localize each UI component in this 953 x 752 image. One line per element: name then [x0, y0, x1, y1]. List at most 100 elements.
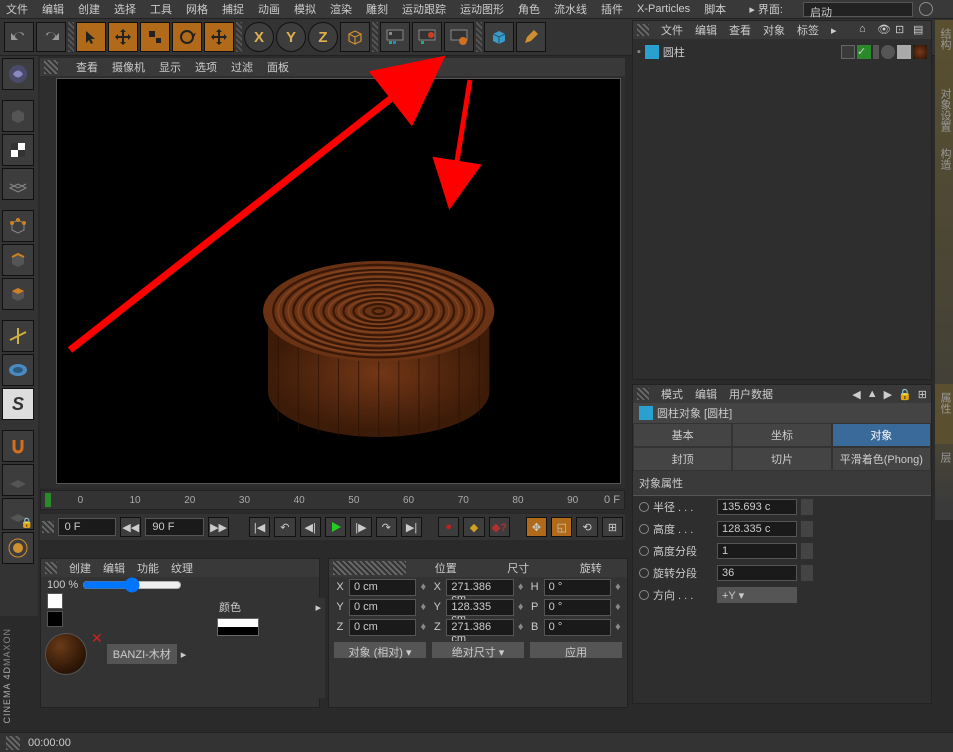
grip-icon[interactable]: [6, 736, 20, 750]
anim-dot[interactable]: [639, 524, 649, 534]
attr-menu-mode[interactable]: 模式: [661, 386, 683, 402]
nav-up-icon[interactable]: ▲: [867, 388, 878, 401]
material-tag-icon[interactable]: [913, 45, 927, 59]
pos-y-field[interactable]: 0 cm: [349, 599, 416, 616]
mat-menu-func[interactable]: 功能: [137, 560, 159, 576]
rot-p-field[interactable]: 0 °: [544, 599, 611, 616]
menu-sim[interactable]: 模拟: [294, 1, 316, 17]
gear-icon[interactable]: [919, 2, 933, 16]
layout-select[interactable]: 启动: [803, 2, 913, 17]
grip-icon[interactable]: [42, 521, 54, 533]
tab-phong[interactable]: 平滑着色(Phong): [832, 447, 931, 471]
expand-icon[interactable]: ▪: [637, 46, 641, 58]
obj-menu-object[interactable]: 对象: [763, 22, 785, 38]
tweak-mode-button[interactable]: [2, 354, 34, 386]
height-field[interactable]: 128.335 c: [717, 521, 797, 537]
spinner-icon[interactable]: [801, 521, 813, 537]
color-swatch[interactable]: [217, 618, 259, 636]
prev-frame-button[interactable]: ◀|: [300, 517, 321, 537]
prev-key-button[interactable]: ↶: [274, 517, 295, 537]
point-mode-button[interactable]: [2, 210, 34, 242]
grip-icon[interactable]: [637, 388, 649, 400]
snap-button[interactable]: [2, 430, 34, 462]
dock-tab-layer[interactable]: 层: [935, 444, 953, 504]
start-frame-field[interactable]: 0 F: [58, 518, 116, 536]
filter-icon[interactable]: ▤: [913, 23, 927, 37]
new-window-icon[interactable]: ⊞: [918, 388, 927, 401]
material-swatch-black[interactable]: [47, 611, 63, 627]
texture-mode-button[interactable]: [2, 134, 34, 166]
vp-menu-options[interactable]: 选项: [195, 59, 217, 75]
dock-tab-objset[interactable]: 对象设置: [935, 80, 953, 140]
eye-icon[interactable]: 👁: [877, 23, 891, 37]
orientation-select[interactable]: +Y ▾: [717, 587, 797, 603]
grip-icon[interactable]: [45, 562, 57, 574]
z-axis-lock[interactable]: Z: [308, 22, 338, 52]
model-mode-button[interactable]: [2, 100, 34, 132]
menu-file[interactable]: 文件: [6, 1, 28, 17]
tab-basic[interactable]: 基本: [633, 423, 732, 447]
key-param-button[interactable]: ⊞: [602, 517, 623, 537]
rot-b-field[interactable]: 0 °: [544, 619, 611, 636]
viewport-solo-button[interactable]: S: [2, 388, 34, 420]
playhead-icon[interactable]: [45, 493, 51, 507]
delete-icon[interactable]: ✕: [91, 630, 103, 647]
obj-menu-view[interactable]: 查看: [729, 22, 751, 38]
key-rot-button[interactable]: ⟲: [576, 517, 597, 537]
menu-char[interactable]: 角色: [518, 1, 540, 17]
next-key-button[interactable]: ↷: [376, 517, 397, 537]
menu-mograph[interactable]: 运动图形: [460, 1, 504, 17]
coord-system-button[interactable]: [340, 22, 370, 52]
nav-fwd-icon[interactable]: ▶: [884, 388, 892, 401]
dock-tab-structure[interactable]: 结构: [935, 20, 953, 80]
menu-pipeline[interactable]: 流水线: [554, 1, 587, 17]
mat-menu-tex[interactable]: 纹理: [171, 560, 193, 576]
menu-edit[interactable]: 编辑: [42, 1, 64, 17]
menu-render[interactable]: 渲染: [330, 1, 352, 17]
goto-end-button[interactable]: ▶▶: [208, 517, 229, 537]
viewport-3d[interactable]: [56, 78, 621, 484]
home-icon[interactable]: ⌂: [859, 23, 873, 37]
menu-create[interactable]: 创建: [78, 1, 100, 17]
layer-tag-icon[interactable]: [841, 45, 855, 59]
workplane-button[interactable]: [2, 464, 34, 496]
size-mode-select[interactable]: 绝对尺寸 ▾: [431, 641, 525, 659]
size-x-field[interactable]: 271.386 cm: [446, 579, 513, 596]
render-settings-button[interactable]: [444, 22, 474, 52]
end-frame-field[interactable]: 90 F: [145, 518, 203, 536]
texture-tag-icon[interactable]: [897, 45, 911, 59]
size-z-field[interactable]: 271.386 cm: [446, 619, 513, 636]
material-preview[interactable]: [45, 633, 87, 675]
phong-tag-icon[interactable]: [881, 45, 895, 59]
menu-sculpt[interactable]: 雕刻: [366, 1, 388, 17]
hseg-field[interactable]: 1: [717, 543, 797, 559]
pen-tool-button[interactable]: [516, 22, 546, 52]
rotate-tool[interactable]: [172, 22, 202, 52]
tab-slice[interactable]: 切片: [732, 447, 831, 471]
menu-select[interactable]: 选择: [114, 1, 136, 17]
dock-tab-attr[interactable]: 属性: [935, 384, 953, 444]
lastused-tool[interactable]: [204, 22, 234, 52]
make-editable-button[interactable]: [2, 58, 34, 90]
primitive-cube-button[interactable]: [484, 22, 514, 52]
y-axis-lock[interactable]: Y: [276, 22, 306, 52]
pos-z-field[interactable]: 0 cm: [349, 619, 416, 636]
autokey-button[interactable]: ◆: [463, 517, 484, 537]
grip-icon[interactable]: [333, 561, 406, 575]
redo-button[interactable]: [36, 22, 66, 52]
timeline-ruler[interactable]: 0 10 20 30 40 50 60 70 80 90 0 F: [40, 490, 625, 510]
object-name[interactable]: 圆柱: [663, 44, 685, 60]
lock-icon[interactable]: 🔒: [898, 388, 912, 401]
vp-menu-camera[interactable]: 摄像机: [112, 59, 145, 75]
scale-tool[interactable]: [140, 22, 170, 52]
coord-mode-select[interactable]: 对象 (相对) ▾: [333, 641, 427, 659]
play-button[interactable]: [325, 517, 346, 537]
grip-icon[interactable]: [637, 24, 649, 36]
radius-field[interactable]: 135.693 c: [717, 499, 797, 515]
grip-icon[interactable]: [44, 60, 58, 74]
render-view-button[interactable]: [380, 22, 410, 52]
dock-tab-construct[interactable]: 构造: [935, 140, 953, 200]
vp-menu-view[interactable]: 查看: [76, 59, 98, 75]
pos-x-field[interactable]: 0 cm: [349, 579, 416, 596]
goto-start-button[interactable]: ◀◀: [120, 517, 141, 537]
